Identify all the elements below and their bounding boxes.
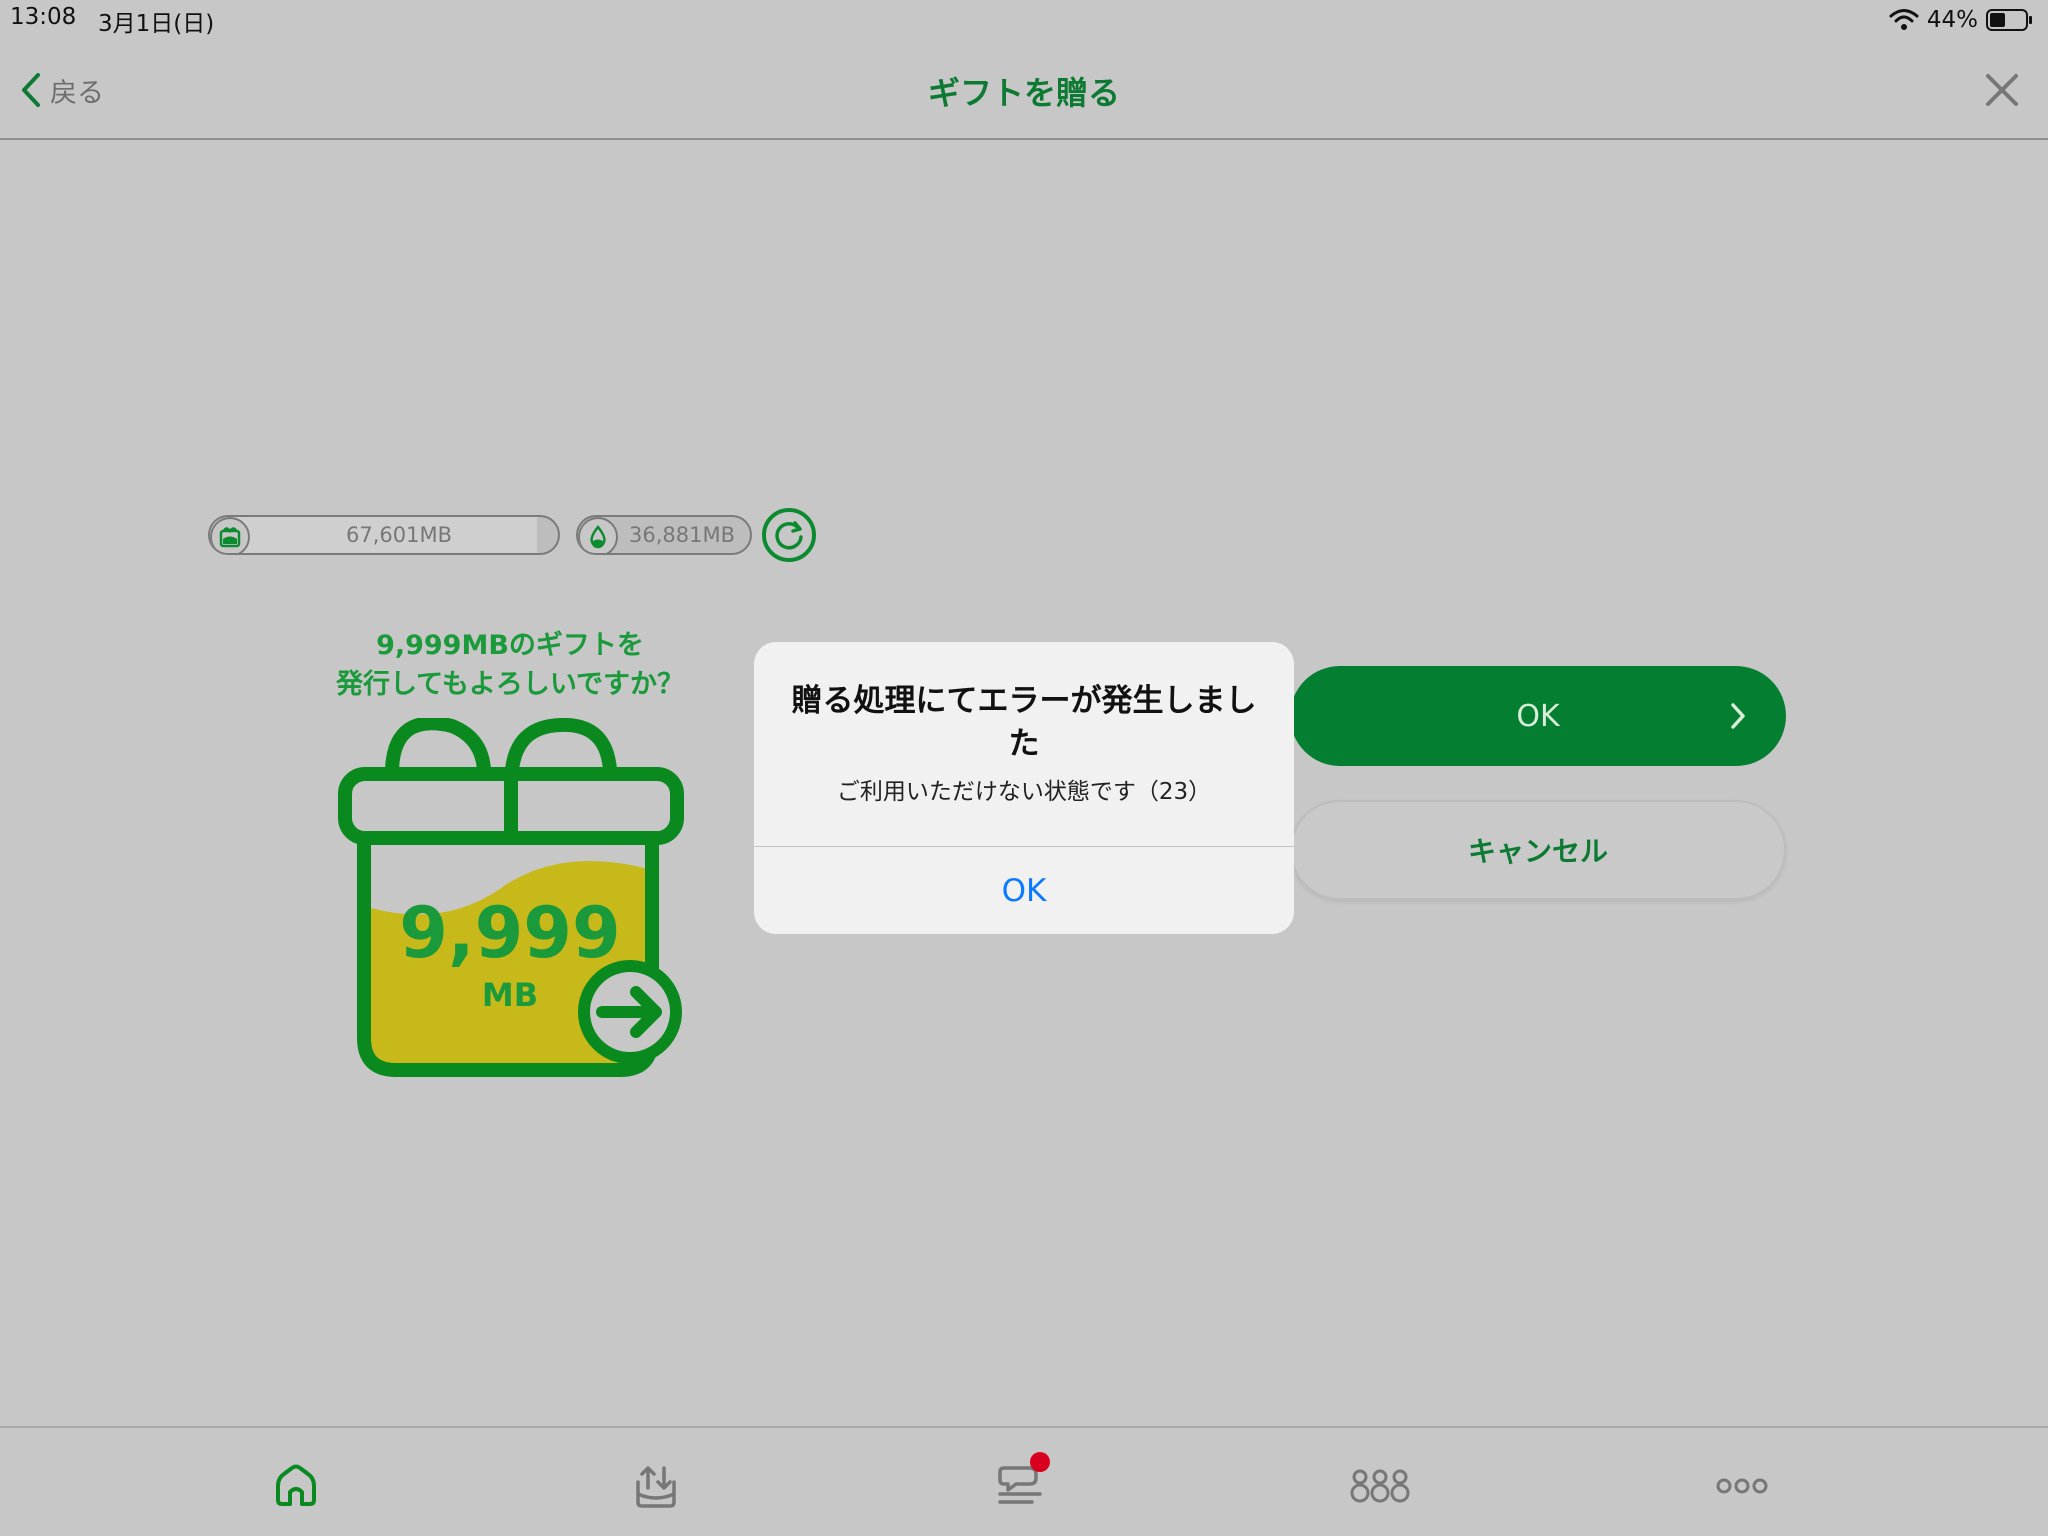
navigation-bar: 戻る ギフトを贈る (0, 40, 2048, 140)
primary-usage-bar: 67,601MB (208, 515, 560, 555)
battery-percentage: 44% (1926, 7, 1978, 33)
status-bar: 13:08 3月1日(日) 44% (0, 0, 2048, 40)
refresh-icon (762, 508, 816, 562)
tab-messages[interactable] (990, 1452, 1050, 1514)
notification-badge (1030, 1452, 1050, 1472)
question-line-1: 9,999MBのギフトを (376, 630, 644, 661)
tab-groups[interactable] (1350, 1458, 1410, 1514)
close-icon (1986, 74, 2018, 106)
cancel-button-label: キャンセル (1467, 835, 1608, 868)
droplet-icon (578, 517, 618, 553)
alert-title: 贈る処理にてエラーが発生しました (791, 683, 1257, 762)
gift-box-icon (210, 517, 250, 553)
tab-home[interactable] (266, 1458, 326, 1514)
home-icon (276, 1464, 316, 1506)
gift-amount: 9,999 (399, 892, 621, 974)
status-date: 3月1日(日) (98, 11, 215, 37)
tray-upload-icon (636, 1466, 676, 1508)
cancel-button[interactable]: キャンセル (1290, 800, 1786, 900)
chevron-right-icon (1731, 703, 1745, 729)
group-icon (1350, 1469, 1410, 1503)
close-button[interactable] (1980, 68, 2024, 112)
question-line-2: 発行してもよろしいですか？ (335, 669, 685, 700)
gift-unit: MB (481, 976, 539, 1014)
wifi-icon (1889, 9, 1919, 30)
status-time: 13:08 (10, 4, 77, 30)
tab-more[interactable] (1712, 1458, 1772, 1514)
alert-message: ご利用いただけない状態です（23） (836, 779, 1212, 805)
ok-button[interactable]: OK (1290, 666, 1786, 766)
tab-upload[interactable] (626, 1458, 686, 1514)
refresh-button[interactable] (761, 507, 817, 563)
primary-usage-value: 67,601MB (345, 523, 452, 547)
page-title: ギフトを贈る (927, 74, 1120, 112)
secondary-usage-bar: 36,881MB (576, 515, 752, 555)
error-alert-dialog: 贈る処理にてエラーが発生しました ご利用いただけない状態です（23） OK (754, 642, 1294, 934)
alert-ok-button[interactable]: OK (754, 847, 1294, 934)
battery-icon (1986, 9, 2032, 31)
gift-confirmation-question: 9,999MBのギフトを 発行してもよろしいですか？ (300, 626, 720, 704)
more-icon (1716, 1478, 1768, 1494)
status-indicators: 44% (1889, 4, 2034, 36)
tab-bar (0, 1426, 2048, 1536)
ok-button-label: OK (1516, 698, 1560, 734)
